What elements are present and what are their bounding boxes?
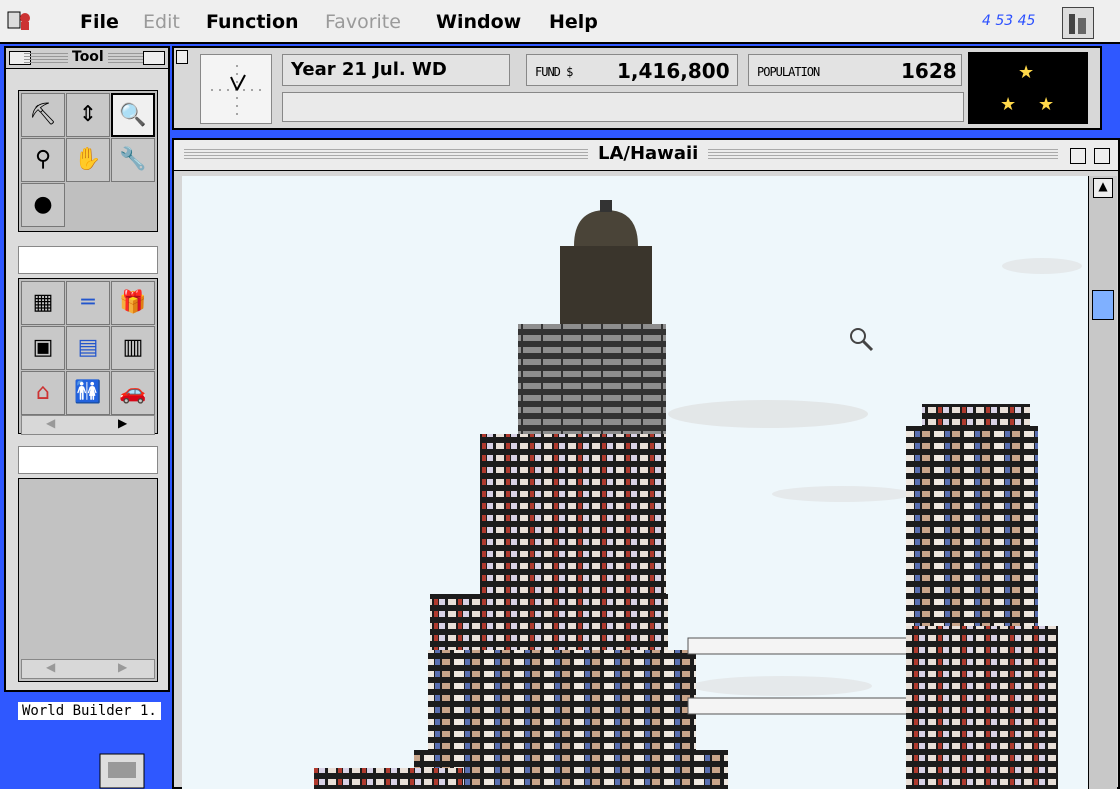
scroll-right-arrow[interactable]: ▶ (118, 416, 127, 430)
menu-favorite[interactable]: Favorite (325, 11, 401, 33)
star-icon: ★ (1038, 94, 1055, 115)
tool-info-field (18, 246, 158, 274)
fund-panel: FUND $ 1,416,800 (526, 54, 738, 86)
application-menu-icon[interactable] (1062, 7, 1094, 39)
fund-label: FUND $ (535, 65, 573, 79)
clock-dial (200, 54, 272, 124)
menu-function[interactable]: Function (206, 11, 299, 33)
date-panel: Year 21 Jul. WD (282, 54, 510, 86)
scroll-left-arrow[interactable]: ◀ (46, 416, 55, 430)
star-icon: ★ (1018, 62, 1035, 83)
hotel-icon[interactable]: ▤ (66, 326, 110, 370)
tower-window-title: LA/Hawaii (588, 143, 709, 164)
tool-palette-title: Tool (68, 49, 108, 65)
scroll-thumb[interactable] (1092, 290, 1114, 320)
info-panel: ◀ ▶ (18, 478, 158, 682)
tool-palette: Tool ⛏ ⇕ 🔍 ⚲ ✋ 🔧 ● ▦ ═ 🎁 ▣ ▤ ▥ ⌂ 🚻 🚗 ◀ ▶… (4, 46, 170, 692)
info-scrollbar[interactable]: ◀ ▶ (21, 659, 155, 679)
clock: 4 53 45 (982, 13, 1036, 29)
building-info-field (18, 446, 158, 474)
tower-illustration (314, 200, 1082, 789)
menu-window[interactable]: Window (436, 11, 521, 33)
population-value: 1628 (901, 59, 957, 83)
rocks-icon[interactable]: ● (21, 183, 65, 227)
tower-window: LA/Hawaii ▲ (172, 138, 1120, 789)
menu-edit[interactable]: Edit (143, 11, 180, 33)
population-panel: POPULATION 1628 (748, 54, 962, 86)
hand-icon[interactable]: ✋ (66, 138, 110, 182)
menu-help[interactable]: Help (549, 11, 598, 33)
close-box[interactable] (176, 50, 188, 64)
date-text: Year 21 Jul. WD (291, 59, 447, 80)
population-label: POPULATION (757, 65, 820, 79)
pipe-icon[interactable]: ═ (66, 281, 110, 325)
gift-shop-icon[interactable]: 🎁 (111, 281, 155, 325)
tower-view[interactable] (182, 176, 1088, 789)
retail-icon[interactable]: ▥ (111, 326, 155, 370)
fund-value: 1,416,800 (617, 59, 730, 83)
restaurant-icon[interactable]: ⌂ (21, 371, 65, 415)
scroll-right-arrow[interactable]: ▶ (118, 660, 127, 674)
scroll-left-arrow[interactable]: ◀ (46, 660, 55, 674)
tower-vertical-scrollbar[interactable]: ▲ (1088, 176, 1117, 789)
restroom-icon[interactable]: 🚻 (66, 371, 110, 415)
info-bar: Year 21 Jul. WD FUND $ 1,416,800 POPULAT… (172, 46, 1102, 130)
tool-palette-titlebar[interactable]: Tool (6, 48, 168, 69)
menu-bar: File Edit Function Favorite Window Help … (0, 0, 1120, 44)
menu-file[interactable]: File (80, 11, 119, 33)
bulldozer-icon[interactable]: ⛏ (21, 93, 65, 137)
tower-window-titlebar[interactable]: LA/Hawaii (174, 140, 1118, 171)
zoom-box[interactable] (143, 51, 165, 65)
desktop-volume-label[interactable]: World Builder 1. (18, 702, 161, 720)
message-bar (282, 92, 964, 122)
scroll-up-arrow[interactable]: ▲ (1093, 178, 1113, 198)
building-scrollbar[interactable]: ◀ ▶ (21, 415, 155, 435)
tool-grid: ⛏ ⇕ 🔍 ⚲ ✋ 🔧 ● (18, 90, 158, 232)
building-grid: ▦ ═ 🎁 ▣ ▤ ▥ ⌂ 🚻 🚗 ◀ ▶ (18, 278, 158, 435)
zoom-box[interactable] (1070, 148, 1086, 164)
telescope-icon[interactable]: ⚲ (21, 138, 65, 182)
elevator-icon[interactable]: ⇕ (66, 93, 110, 137)
magnifier-icon[interactable]: 🔍 (111, 93, 155, 137)
star-rating: ★ ★ ★ (968, 52, 1088, 124)
apple-menu-icon[interactable] (6, 8, 32, 34)
movie-icon[interactable]: 🚗 (111, 371, 155, 415)
office-icon[interactable]: ▦ (21, 281, 65, 325)
condo-icon[interactable]: ▣ (21, 326, 65, 370)
collapse-box[interactable] (1094, 148, 1110, 164)
disk-icon[interactable] (96, 748, 156, 789)
star-icon: ★ (1000, 94, 1017, 115)
repair-wrench-icon[interactable]: 🔧 (111, 138, 155, 182)
clock-icon (211, 65, 263, 115)
